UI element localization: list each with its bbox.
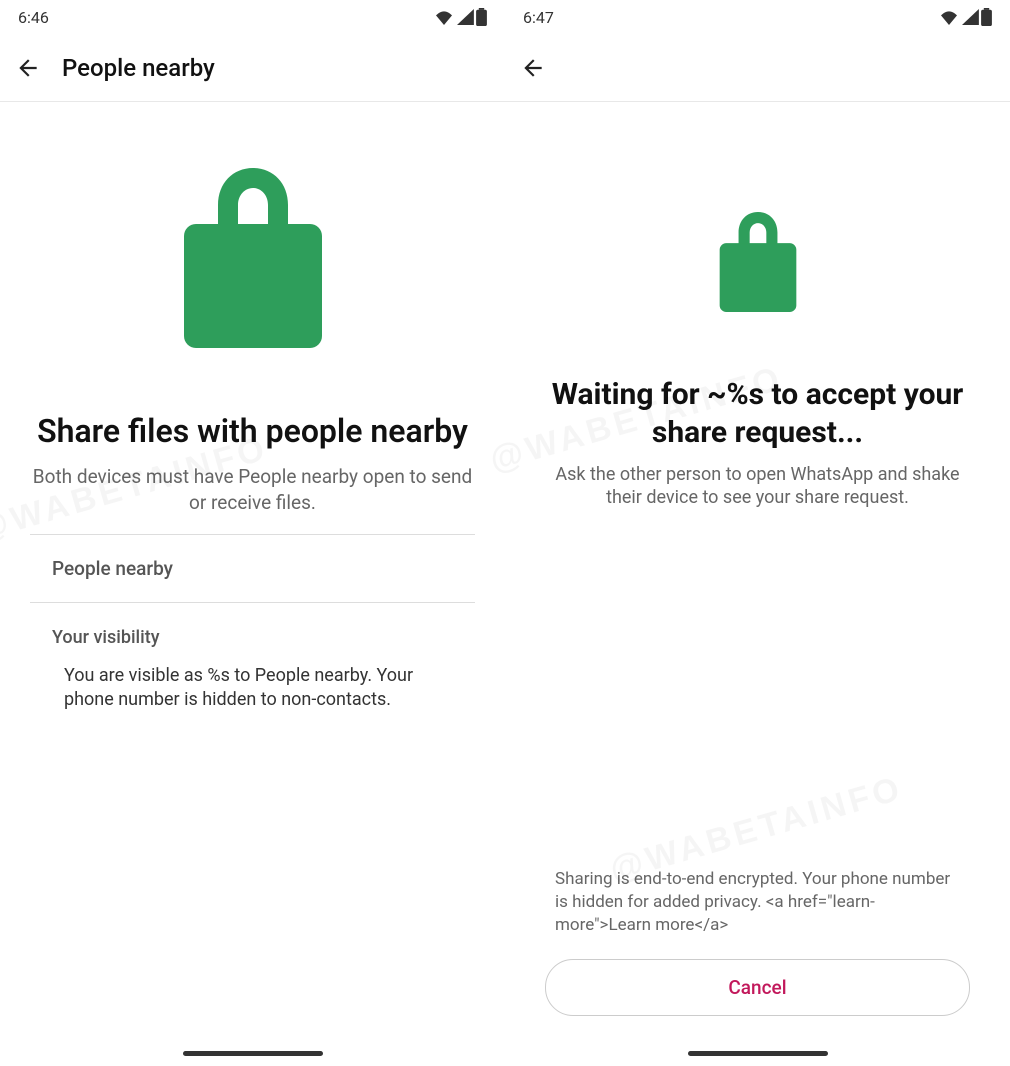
back-button[interactable] — [14, 54, 42, 82]
status-time: 6:47 — [523, 8, 554, 27]
gesture-bar[interactable] — [688, 1051, 828, 1056]
battery-icon — [476, 8, 487, 26]
subtext: Both devices must have People nearby ope… — [30, 464, 475, 515]
signal-icon — [961, 9, 979, 25]
lock-icon — [719, 212, 797, 316]
wifi-icon — [939, 9, 959, 25]
visibility-title: Your visibility — [30, 603, 475, 664]
status-icons — [434, 8, 487, 26]
status-bar: 6:47 — [505, 0, 1010, 34]
headline: Waiting for ~%s to accept your share req… — [535, 376, 980, 451]
visibility-body: You are visible as %s to People nearby. … — [30, 664, 475, 713]
screen-waiting: 6:47 Waiting for ~%s to accept your shar… — [505, 0, 1010, 1066]
cancel-button[interactable]: Cancel — [545, 959, 970, 1016]
back-button[interactable] — [519, 54, 547, 82]
signal-icon — [456, 9, 474, 25]
arrow-left-icon — [520, 55, 546, 81]
status-time: 6:46 — [18, 8, 49, 27]
status-bar: 6:46 — [0, 0, 505, 34]
section-people-nearby[interactable]: People nearby — [30, 535, 475, 602]
gesture-bar[interactable] — [183, 1051, 323, 1056]
app-bar — [505, 34, 1010, 102]
screen-people-nearby: 6:46 People nearby Share files with peop… — [0, 0, 505, 1066]
arrow-left-icon — [15, 55, 41, 81]
lock-icon — [183, 168, 323, 352]
wifi-icon — [434, 9, 454, 25]
subtext: Ask the other person to open WhatsApp an… — [535, 463, 980, 510]
headline: Share files with people nearby — [30, 412, 475, 450]
privacy-text: Sharing is end-to-end encrypted. Your ph… — [545, 868, 970, 937]
page-title: People nearby — [62, 54, 215, 82]
battery-icon — [981, 8, 992, 26]
status-icons — [939, 8, 992, 26]
app-bar: People nearby — [0, 34, 505, 102]
